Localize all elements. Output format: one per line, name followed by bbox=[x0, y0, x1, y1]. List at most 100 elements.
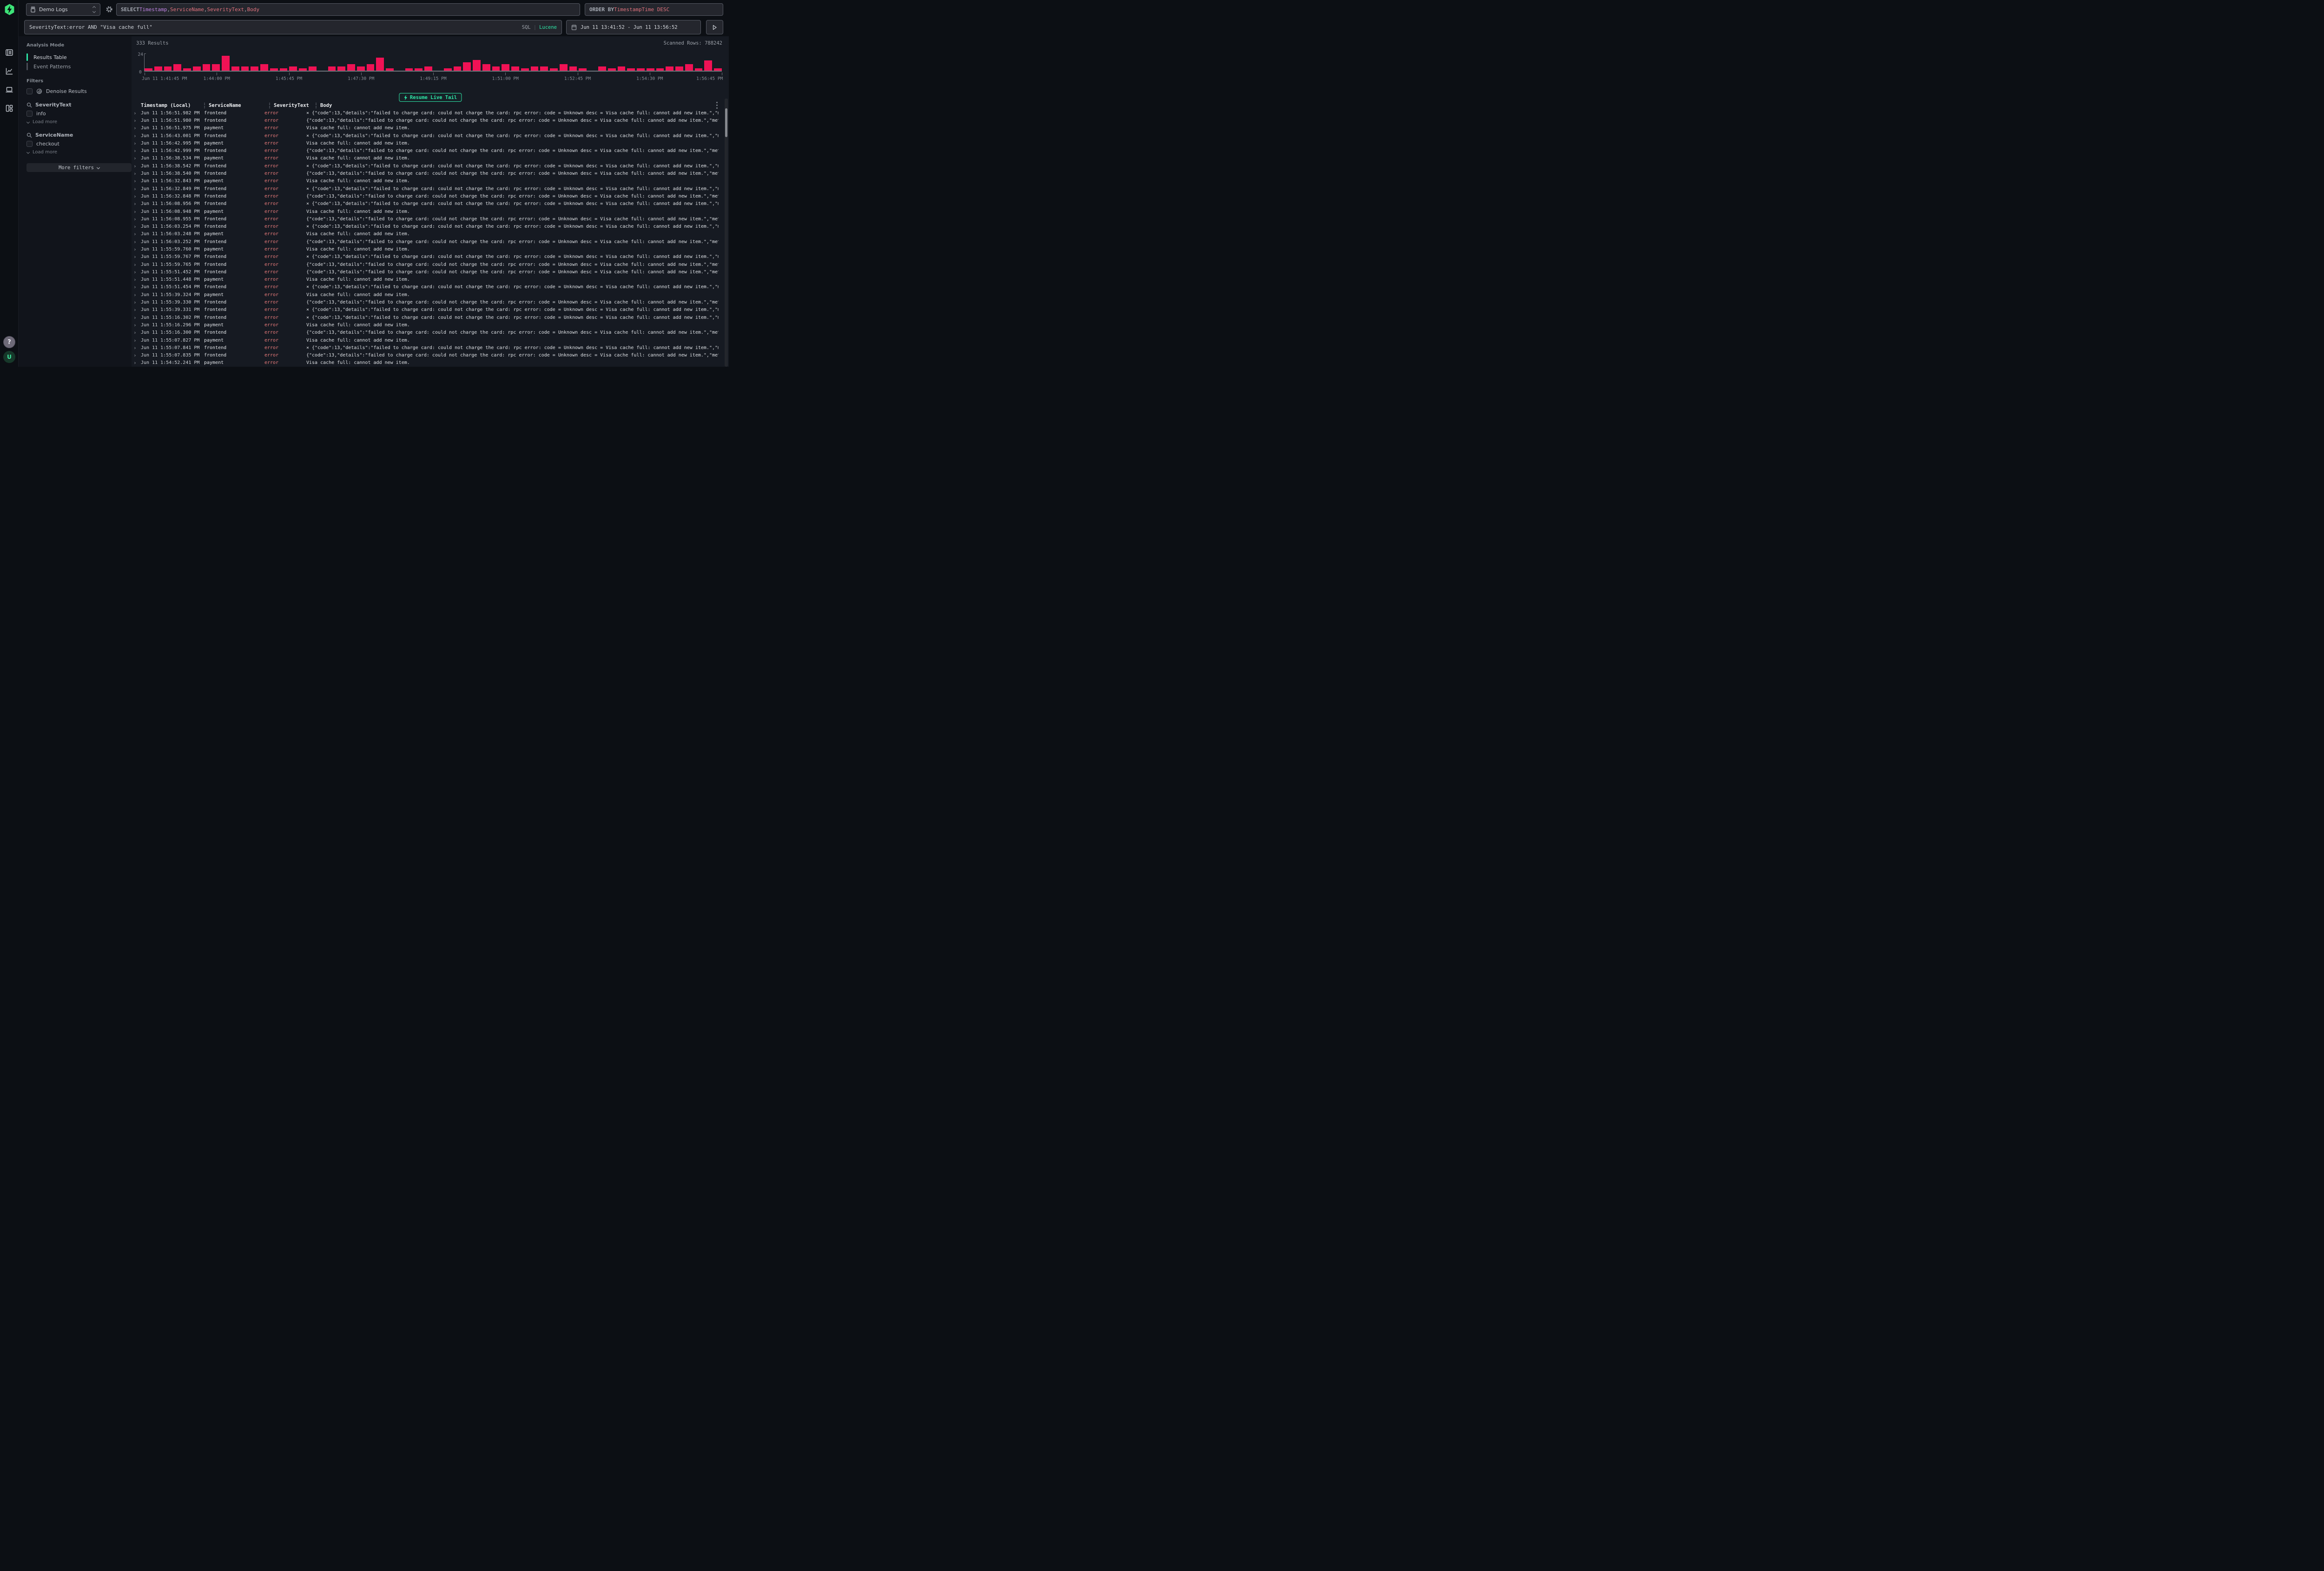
column-resize-handle[interactable] bbox=[204, 103, 205, 108]
row-expand-chevron-icon: › bbox=[133, 148, 141, 154]
column-header-timestamp[interactable]: Timestamp (Local) bbox=[141, 103, 204, 108]
order-by-input[interactable]: ORDER BY TimestampTime DESC bbox=[585, 3, 723, 16]
info-checkbox[interactable] bbox=[26, 111, 33, 117]
search-query-input[interactable] bbox=[29, 24, 518, 30]
log-row[interactable]: ›Jun 11 1:55:16.300 PMfrontenderror{"cod… bbox=[133, 329, 719, 337]
chart-bar bbox=[222, 56, 230, 71]
log-row[interactable]: ›Jun 11 1:56:42.999 PMfrontenderror{"cod… bbox=[133, 147, 719, 154]
play-icon bbox=[712, 25, 717, 30]
column-header-severitytext[interactable]: SeverityText bbox=[274, 103, 316, 108]
denoise-checkbox[interactable] bbox=[26, 88, 33, 94]
row-timestamp: Jun 11 1:55:51.448 PM bbox=[141, 277, 204, 282]
denoise-results-option[interactable]: Denoise Results bbox=[26, 88, 126, 94]
search-logs-nav-icon[interactable] bbox=[5, 48, 13, 57]
log-row[interactable]: ›Jun 11 1:56:38.540 PMfrontenderror{"cod… bbox=[133, 170, 719, 177]
log-row[interactable]: ›Jun 11 1:55:51.454 PMfrontenderror× {"c… bbox=[133, 284, 719, 291]
log-row[interactable]: ›Jun 11 1:56:38.542 PMfrontenderror× {"c… bbox=[133, 162, 719, 170]
table-options-kebab-icon[interactable] bbox=[715, 101, 719, 109]
mode-results-table[interactable]: Results Table bbox=[26, 53, 126, 62]
servicename-group-header[interactable]: ServiceName bbox=[26, 132, 126, 138]
log-row[interactable]: ›Jun 11 1:56:03.248 PMpaymenterrorVisa c… bbox=[133, 231, 719, 238]
help-button[interactable]: ? bbox=[3, 336, 15, 348]
log-row[interactable]: ›Jun 11 1:55:39.331 PMfrontenderror× {"c… bbox=[133, 306, 719, 314]
row-expand-chevron-icon: › bbox=[133, 292, 141, 298]
language-sql-option[interactable]: SQL bbox=[522, 25, 531, 30]
severitytext-load-more[interactable]: Load more bbox=[27, 119, 126, 125]
search-bar: SQL | Lucene bbox=[24, 20, 562, 34]
chevron-down-icon bbox=[26, 151, 30, 154]
row-body: {"code":13,"details":"failed to charge c… bbox=[306, 262, 719, 267]
row-timestamp: Jun 11 1:56:38.534 PM bbox=[141, 156, 204, 161]
log-row[interactable]: ›Jun 11 1:56:03.252 PMfrontenderror{"cod… bbox=[133, 238, 719, 245]
log-row[interactable]: ›Jun 11 1:56:42.995 PMpaymenterrorVisa c… bbox=[133, 139, 719, 147]
table-scrollbar[interactable] bbox=[725, 99, 728, 367]
log-row[interactable]: ›Jun 11 1:56:38.534 PMpaymenterrorVisa c… bbox=[133, 155, 719, 162]
log-row[interactable]: ›Jun 11 1:56:32.849 PMfrontenderror× {"c… bbox=[133, 185, 719, 192]
log-row[interactable]: ›Jun 11 1:55:59.765 PMfrontenderror{"cod… bbox=[133, 261, 719, 268]
log-row[interactable]: ›Jun 11 1:56:32.843 PMpaymenterrorVisa c… bbox=[133, 178, 719, 185]
log-row[interactable]: ›Jun 11 1:55:07.835 PMfrontenderror{"cod… bbox=[133, 352, 719, 359]
chart-bar bbox=[540, 66, 548, 71]
chart-bar bbox=[376, 58, 384, 71]
log-row[interactable]: ›Jun 11 1:56:51.975 PMpaymenterrorVisa c… bbox=[133, 125, 719, 132]
row-servicename: payment bbox=[204, 209, 264, 214]
log-row[interactable]: ›Jun 11 1:55:16.296 PMpaymenterrorVisa c… bbox=[133, 321, 719, 329]
chart-bar bbox=[357, 66, 365, 71]
chevron-down-icon bbox=[26, 120, 30, 124]
results-histogram[interactable]: 24 0 Jun 11 1:41:45 PM1:44:00 PM1:45:45 … bbox=[137, 52, 722, 83]
user-avatar[interactable]: U bbox=[3, 351, 15, 363]
chart-bar bbox=[637, 68, 645, 71]
row-severity: error bbox=[264, 125, 306, 131]
source-settings-gear-icon[interactable] bbox=[105, 5, 113, 13]
mode-event-patterns[interactable]: Event Patterns bbox=[26, 62, 126, 71]
row-expand-chevron-icon: › bbox=[133, 118, 141, 124]
log-row[interactable]: ›Jun 11 1:56:43.001 PMfrontenderror× {"c… bbox=[133, 132, 719, 139]
log-row[interactable]: ›Jun 11 1:55:07.827 PMpaymenterrorVisa c… bbox=[133, 337, 719, 344]
time-range-picker[interactable]: Jun 11 13:41:52 - Jun 11 13:56:52 bbox=[566, 20, 701, 34]
row-expand-chevron-icon: › bbox=[133, 216, 141, 222]
x-axis-tick bbox=[289, 73, 290, 75]
log-row[interactable]: ›Jun 11 1:55:16.302 PMfrontenderror× {"c… bbox=[133, 314, 719, 321]
sessions-nav-icon[interactable] bbox=[5, 86, 13, 94]
log-row[interactable]: ›Jun 11 1:56:08.955 PMfrontenderror{"cod… bbox=[133, 215, 719, 223]
source-selector[interactable]: Demo Logs bbox=[26, 3, 100, 16]
log-row[interactable]: ›Jun 11 1:55:59.767 PMfrontenderror× {"c… bbox=[133, 253, 719, 261]
scrollbar-thumb[interactable] bbox=[725, 108, 727, 137]
log-row[interactable]: ›Jun 11 1:56:03.254 PMfrontenderror× {"c… bbox=[133, 223, 719, 230]
log-row[interactable]: ›Jun 11 1:56:51.980 PMfrontenderror{"cod… bbox=[133, 117, 719, 124]
chart-bar bbox=[618, 66, 626, 71]
dashboards-nav-icon[interactable] bbox=[5, 104, 13, 112]
column-header-body[interactable]: Body bbox=[320, 103, 715, 108]
app-logo-icon[interactable] bbox=[4, 4, 15, 15]
more-filters-button[interactable]: More filters bbox=[26, 163, 132, 172]
row-expand-chevron-icon: › bbox=[133, 178, 141, 184]
language-lucene-option[interactable]: Lucene bbox=[539, 25, 557, 30]
column-header-servicename[interactable]: ServiceName bbox=[209, 103, 269, 108]
log-row[interactable]: ›Jun 11 1:56:51.982 PMfrontenderror× {"c… bbox=[133, 109, 719, 117]
resume-live-tail-button[interactable]: Resume Live Tail bbox=[399, 93, 462, 102]
column-resize-handle[interactable] bbox=[269, 103, 270, 108]
row-severity: error bbox=[264, 118, 306, 123]
chart-bar bbox=[260, 64, 268, 71]
log-row[interactable]: ›Jun 11 1:55:39.330 PMfrontenderror{"cod… bbox=[133, 298, 719, 306]
log-row[interactable]: ›Jun 11 1:55:51.448 PMpaymenterrorVisa c… bbox=[133, 276, 719, 284]
chart-explorer-nav-icon[interactable] bbox=[5, 67, 13, 75]
x-axis-tick bbox=[505, 73, 506, 75]
log-row[interactable]: ›Jun 11 1:56:08.956 PMfrontenderror× {"c… bbox=[133, 200, 719, 208]
run-query-button[interactable] bbox=[706, 20, 723, 34]
log-row[interactable]: ›Jun 11 1:55:07.841 PMfrontenderror× {"c… bbox=[133, 344, 719, 351]
filter-option-info[interactable]: info bbox=[26, 111, 126, 117]
filter-option-checkout[interactable]: checkout bbox=[26, 141, 126, 147]
log-row[interactable]: ›Jun 11 1:55:59.760 PMpaymenterrorVisa c… bbox=[133, 245, 719, 253]
log-row[interactable]: ›Jun 11 1:55:39.324 PMpaymenterrorVisa c… bbox=[133, 291, 719, 298]
log-row[interactable]: ›Jun 11 1:54:52.241 PMpaymenterrorVisa c… bbox=[133, 359, 719, 367]
servicename-load-more[interactable]: Load more bbox=[27, 150, 126, 155]
select-columns-input[interactable]: SELECT Timestamp, ServiceName, SeverityT… bbox=[116, 3, 580, 16]
log-row[interactable]: ›Jun 11 1:56:32.848 PMfrontenderror{"cod… bbox=[133, 192, 719, 200]
severitytext-group-header[interactable]: SeverityText bbox=[26, 102, 126, 108]
log-row[interactable]: ›Jun 11 1:56:08.948 PMpaymenterrorVisa c… bbox=[133, 208, 719, 215]
checkout-checkbox[interactable] bbox=[26, 141, 33, 147]
search-icon bbox=[26, 132, 32, 138]
column-resize-handle[interactable] bbox=[316, 103, 317, 108]
log-row[interactable]: ›Jun 11 1:55:51.452 PMfrontenderror{"cod… bbox=[133, 268, 719, 276]
